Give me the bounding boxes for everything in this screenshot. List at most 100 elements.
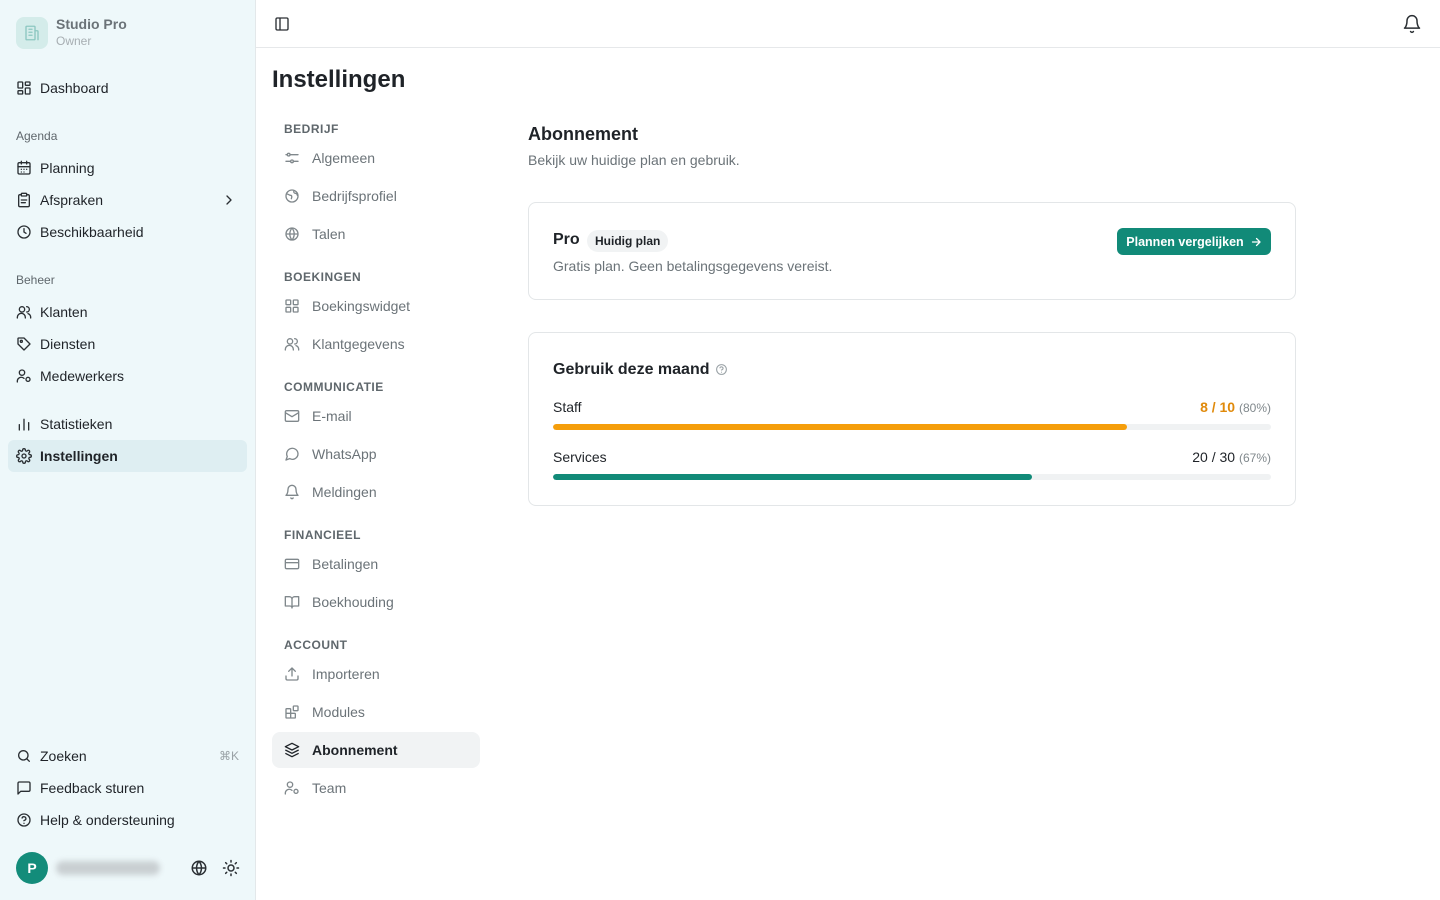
- sidebar-toggle-icon[interactable]: [274, 16, 290, 32]
- users-icon: [284, 336, 300, 352]
- help-circle-icon[interactable]: [715, 363, 728, 376]
- gear-icon: [16, 448, 32, 464]
- sidebar-item-feedback[interactable]: Feedback sturen: [8, 772, 247, 804]
- sidebar-item-klanten[interactable]: Klanten: [8, 296, 247, 328]
- settings-item-abonnement[interactable]: Abonnement: [272, 732, 480, 768]
- settings-item-talen[interactable]: Talen: [272, 216, 480, 252]
- book-open-icon: [284, 594, 300, 610]
- sidebar-item-label: Zoeken: [40, 748, 87, 764]
- sidebar-item-label: Instellingen: [40, 448, 118, 464]
- usage-value-staff: 8 / 10 (80%): [1200, 399, 1271, 415]
- usage-percent: (80%): [1238, 401, 1271, 415]
- settings-section-label: FINANCIEEL: [284, 528, 361, 542]
- sun-icon[interactable]: [222, 859, 240, 877]
- settings-section-label: ACCOUNT: [284, 638, 348, 652]
- workspace-role: Owner: [56, 34, 92, 48]
- settings-item-boekingswidget[interactable]: Boekingswidget: [272, 288, 480, 324]
- usage-title: Gebruik deze maand: [553, 361, 710, 378]
- building-icon: [16, 16, 48, 49]
- sidebar-group-label: Beheer: [16, 273, 55, 287]
- sidebar-item-label: Klanten: [40, 304, 88, 320]
- calendar-icon: [16, 160, 32, 176]
- settings-item-label: Boekhouding: [312, 594, 394, 610]
- settings-section-label: COMMUNICATIE: [284, 380, 384, 394]
- settings-section-label: BEDRIJF: [284, 122, 339, 136]
- sidebar-item-beschikbaarheid[interactable]: Beschikbaarheid: [8, 216, 247, 248]
- usage-bar-fill: [553, 474, 1032, 480]
- usage-count: 20 / 30: [1192, 449, 1236, 465]
- settings-item-email[interactable]: E-mail: [272, 398, 480, 434]
- usage-count: 8 / 10: [1200, 399, 1236, 415]
- user-cog-icon: [284, 780, 300, 796]
- usage-bar-fill: [553, 424, 1128, 430]
- settings-item-team[interactable]: Team: [272, 770, 480, 806]
- settings-item-meldingen[interactable]: Meldingen: [272, 474, 480, 510]
- settings-item-label: Talen: [312, 226, 346, 242]
- sidebar-item-help[interactable]: Help & ondersteuning: [8, 804, 247, 836]
- sidebar-item-medewerkers[interactable]: Medewerkers: [8, 360, 247, 392]
- sidebar-item-label: Statistieken: [40, 416, 113, 432]
- usage-label-services: Services: [553, 449, 607, 465]
- sidebar-item-zoeken[interactable]: Zoeken ⌘K: [8, 740, 247, 772]
- usage-percent: (67%): [1238, 451, 1271, 465]
- usage-label-staff: Staff: [553, 399, 582, 415]
- layers-icon: [284, 742, 300, 758]
- settings-item-modules[interactable]: Modules: [272, 694, 480, 730]
- keyboard-shortcut: ⌘K: [218, 749, 239, 763]
- clipboard-icon: [16, 192, 32, 208]
- help-circle-icon: [16, 812, 32, 828]
- settings-item-label: Boekingswidget: [312, 298, 411, 314]
- workspace-switcher[interactable]: Studio Pro Owner: [16, 16, 127, 49]
- workspace-name: Studio Pro: [56, 16, 127, 32]
- sliders-icon: [284, 150, 300, 166]
- settings-item-label: Meldingen: [312, 484, 377, 500]
- sidebar-item-dashboard[interactable]: Dashboard: [8, 72, 247, 104]
- settings-item-label: E-mail: [312, 408, 352, 424]
- settings-section-label: BOEKINGEN: [284, 270, 362, 284]
- sidebar: Studio Pro Owner Dashboard Agenda Planni…: [0, 0, 256, 900]
- settings-item-algemeen[interactable]: Algemeen: [272, 140, 480, 176]
- message-square-icon: [16, 780, 32, 796]
- upload-icon: [284, 666, 300, 682]
- plan-description: Gratis plan. Geen betalingsgegevens vere…: [553, 258, 833, 274]
- usage-bar-staff: [553, 424, 1271, 430]
- settings-item-klantgegevens[interactable]: Klantgegevens: [272, 326, 480, 362]
- sidebar-item-label: Beschikbaarheid: [40, 224, 144, 240]
- sidebar-item-planning[interactable]: Planning: [8, 152, 247, 184]
- sidebar-item-label: Afspraken: [40, 192, 104, 208]
- tag-icon: [16, 336, 32, 352]
- blocks-icon: [284, 704, 300, 720]
- sidebar-item-label: Feedback sturen: [40, 780, 145, 796]
- sidebar-item-label: Medewerkers: [40, 368, 125, 384]
- sidebar-item-statistieken[interactable]: Statistieken: [8, 408, 247, 440]
- top-bar: [256, 0, 1440, 48]
- settings-item-label: Importeren: [312, 666, 380, 682]
- settings-item-label: Modules: [312, 704, 365, 720]
- page-title: Instellingen: [272, 66, 406, 93]
- settings-item-whatsapp[interactable]: WhatsApp: [272, 436, 480, 472]
- user-email-redacted: [56, 861, 160, 875]
- user-cog-icon: [16, 368, 32, 384]
- sidebar-group-label: Agenda: [16, 129, 58, 143]
- current-plan-badge: Huidig plan: [587, 230, 669, 252]
- settings-item-bedrijfsprofiel[interactable]: Bedrijfsprofiel: [272, 178, 480, 214]
- globe-icon[interactable]: [190, 859, 208, 877]
- settings-item-label: Betalingen: [312, 556, 379, 572]
- settings-item-importeren[interactable]: Importeren: [272, 656, 480, 692]
- chevron-right-icon: [221, 192, 237, 208]
- settings-item-betalingen[interactable]: Betalingen: [272, 546, 480, 582]
- compare-plans-label: Plannen vergelijken: [1126, 234, 1244, 249]
- settings-item-label: Algemeen: [312, 150, 376, 166]
- compare-plans-button[interactable]: Plannen vergelijken: [1117, 228, 1271, 255]
- sidebar-item-instellingen[interactable]: Instellingen: [8, 440, 247, 472]
- settings-item-label: Bedrijfsprofiel: [312, 188, 397, 204]
- plan-name: Pro: [553, 231, 580, 248]
- current-plan-card: Pro Huidig plan Gratis plan. Geen betali…: [528, 202, 1296, 300]
- settings-item-boekhouding[interactable]: Boekhouding: [272, 584, 480, 620]
- section-title: Abonnement: [528, 124, 638, 144]
- sidebar-item-diensten[interactable]: Diensten: [8, 328, 247, 360]
- settings-item-label: WhatsApp: [312, 446, 377, 462]
- bell-icon[interactable]: [1402, 14, 1422, 34]
- globe-alt-icon: [284, 188, 300, 204]
- sidebar-item-afspraken[interactable]: Afspraken: [8, 184, 247, 216]
